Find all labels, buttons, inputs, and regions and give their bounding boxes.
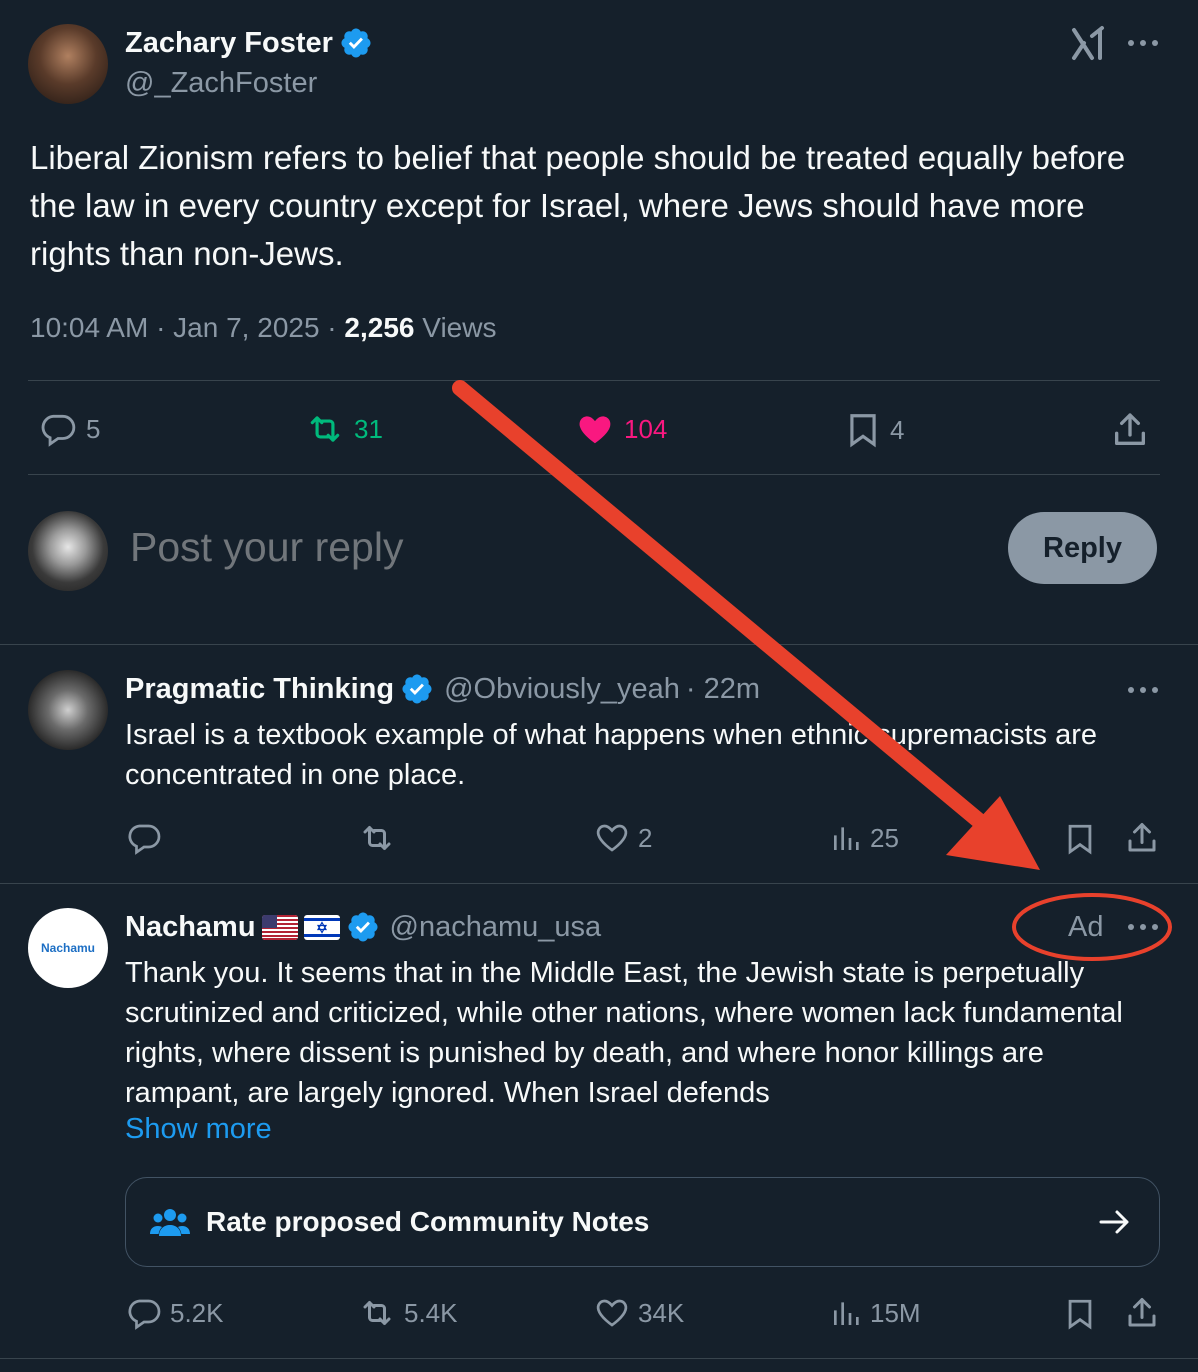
share-action[interactable]	[1124, 1295, 1160, 1331]
heart-icon	[594, 1295, 630, 1331]
verified-badge-icon	[339, 26, 373, 60]
author-avatar[interactable]	[28, 24, 108, 104]
post-timestamp[interactable]: 10:04 AM · Jan 7, 2025 ·	[30, 312, 344, 343]
divider	[28, 474, 1160, 475]
arrow-right-icon	[1099, 1208, 1131, 1236]
bookmark-action[interactable]	[1063, 820, 1097, 858]
community-notes-button[interactable]: Rate proposed Community Notes	[125, 1177, 1160, 1267]
verified-badge-icon	[400, 672, 434, 706]
repost-count: 5.4K	[404, 1297, 458, 1328]
more-options-icon[interactable]	[1126, 681, 1160, 699]
bookmark-icon	[1063, 820, 1097, 858]
like-action[interactable]: 34K	[594, 1295, 684, 1331]
ad-author-avatar[interactable]: Nachamu	[28, 908, 108, 988]
like-count: 34K	[638, 1297, 685, 1328]
share-icon	[1110, 410, 1150, 450]
like-action[interactable]: 2	[594, 820, 652, 856]
share-action[interactable]	[1124, 820, 1160, 856]
heart-filled-icon	[574, 410, 616, 448]
reply-body: Israel is a textbook example of what hap…	[125, 719, 1098, 791]
reply-action[interactable]: 5.2K	[126, 1295, 224, 1331]
views-action[interactable]: 25	[830, 820, 899, 856]
like-count: 2	[638, 822, 653, 853]
heart-icon	[594, 820, 630, 856]
reply-count: 5	[86, 413, 101, 444]
like-count: 104	[624, 413, 668, 444]
bookmark-icon	[844, 410, 882, 450]
views-count: 15M	[870, 1297, 921, 1328]
divider	[0, 1358, 1198, 1359]
post-meta: 10:04 AM · Jan 7, 2025 · 2,256 Views	[30, 312, 496, 344]
reply-icon	[126, 1295, 162, 1331]
divider	[28, 380, 1160, 381]
annotation-arrowhead	[946, 796, 1040, 870]
reply-action[interactable]: 5	[38, 410, 100, 448]
views-action[interactable]: 15M	[830, 1295, 921, 1331]
ad-author-name[interactable]: Nachamu	[125, 911, 256, 944]
repost-icon	[304, 410, 346, 448]
divider	[0, 644, 1198, 645]
repost-icon	[358, 1295, 396, 1331]
reply-icon	[126, 820, 162, 856]
analytics-icon	[830, 820, 862, 856]
author-handle[interactable]: @_ZachFoster	[125, 67, 317, 100]
bookmark-count: 4	[890, 414, 905, 445]
more-options-icon[interactable]	[1126, 34, 1160, 52]
reply-author-name[interactable]: Pragmatic Thinking	[125, 673, 394, 706]
reply-timestamp[interactable]: · 22m	[686, 673, 760, 706]
repost-action[interactable]: 31	[304, 410, 383, 448]
bookmark-icon	[1063, 1295, 1097, 1333]
share-action[interactable]	[1110, 410, 1150, 450]
repost-icon	[358, 820, 396, 856]
verified-badge-icon	[346, 910, 380, 944]
views-count: 2,256	[344, 312, 415, 343]
divider	[0, 883, 1198, 884]
like-action[interactable]: 104	[574, 410, 667, 448]
us-flag-icon	[261, 914, 298, 940]
reply-input[interactable]: Post your reply	[130, 524, 403, 571]
reply-action[interactable]	[126, 820, 162, 856]
post-body: Liberal Zionism refers to belief that pe…	[30, 139, 1126, 272]
share-icon	[1124, 1295, 1160, 1331]
people-icon	[150, 1206, 190, 1238]
user-avatar	[28, 511, 108, 591]
grok-icon[interactable]	[1070, 24, 1108, 62]
reply-author-handle[interactable]: @Obviously_yeah	[444, 673, 680, 706]
repost-action[interactable]	[358, 820, 396, 856]
ad-body: Thank you. It seems that in the Middle E…	[125, 957, 1123, 1109]
views-label: Views	[414, 312, 497, 343]
reply-icon	[38, 410, 78, 448]
repost-action[interactable]: 5.4K	[358, 1295, 458, 1331]
more-options-icon[interactable]	[1126, 918, 1160, 936]
share-icon	[1124, 820, 1160, 856]
community-notes-label: Rate proposed Community Notes	[206, 1206, 650, 1237]
reply-author-avatar[interactable]	[28, 670, 108, 750]
show-more-link[interactable]: Show more	[125, 1113, 272, 1146]
ad-author-handle[interactable]: @nachamu_usa	[390, 911, 602, 944]
reply-count: 5.2K	[170, 1297, 224, 1328]
ad-label: Ad	[1068, 911, 1104, 943]
reply-button[interactable]: Reply	[1008, 512, 1157, 584]
views-count: 25	[870, 822, 899, 853]
author-name[interactable]: Zachary Foster	[125, 27, 333, 60]
repost-count: 31	[354, 413, 383, 444]
analytics-icon	[830, 1295, 862, 1331]
reply-button-label: Reply	[1043, 531, 1122, 564]
bookmark-action[interactable]: 4	[844, 410, 904, 450]
israel-flag-icon	[303, 914, 340, 940]
ad-avatar-logo: Nachamu	[40, 941, 96, 955]
bookmark-action[interactable]	[1063, 1295, 1097, 1333]
